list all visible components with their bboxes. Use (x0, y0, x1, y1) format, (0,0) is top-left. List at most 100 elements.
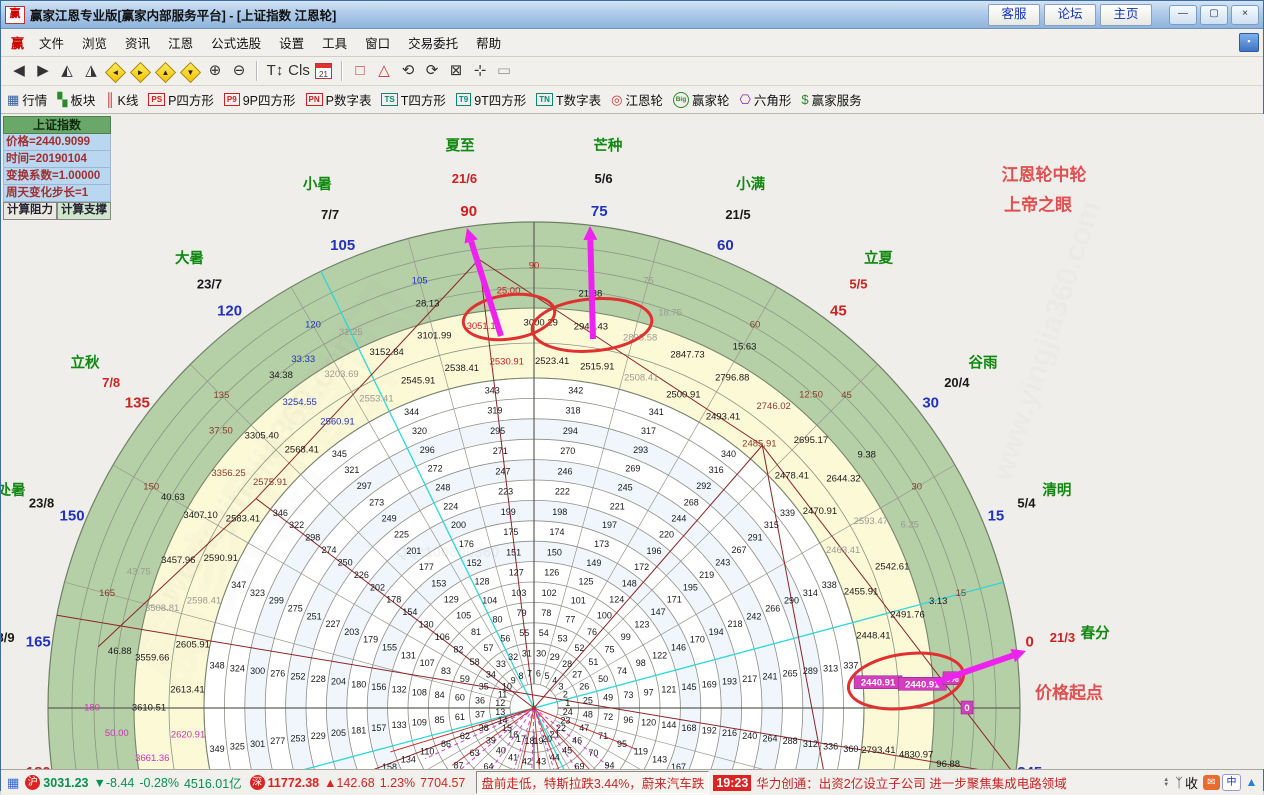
homepage-button[interactable]: 主页 (1100, 4, 1152, 26)
diamond-right-icon[interactable]: ► (130, 61, 151, 82)
svg-text:96.88: 96.88 (936, 759, 960, 769)
svg-text:194: 194 (709, 627, 724, 637)
svg-text:94: 94 (605, 760, 615, 769)
menu-item[interactable]: 帮助 (467, 34, 510, 54)
calc-support-button[interactable]: 计算支撑 (57, 202, 111, 220)
svg-text:344: 344 (404, 407, 419, 417)
svg-text:33.33: 33.33 (291, 354, 315, 365)
svg-text:298: 298 (305, 533, 320, 543)
overlay-orange-icon[interactable]: ✉ (1203, 775, 1220, 790)
toolbar-item-T四方形[interactable]: TST四方形 (381, 90, 445, 109)
svg-text:147: 147 (651, 607, 666, 617)
board-icon[interactable]: ▭ (492, 58, 516, 84)
svg-text:8/9: 8/9 (1, 630, 15, 645)
svg-text:处暑: 处暑 (1, 481, 26, 499)
diamond-up-icon[interactable]: ▲ (155, 61, 176, 82)
toolbar-item-9P四方形[interactable]: P99P四方形 (224, 90, 296, 109)
calendar-icon[interactable]: 21 (315, 63, 332, 79)
svg-text:46: 46 (572, 735, 582, 745)
svg-text:40: 40 (496, 746, 506, 756)
gann-wheel-chart[interactable]: 1234567891011121314151617181920212223242… (1, 114, 1264, 769)
svg-text:71: 71 (598, 731, 608, 741)
quote-grid-icon[interactable]: ▦ (7, 775, 19, 791)
svg-text:125: 125 (579, 577, 594, 587)
overlay-pointer-icon[interactable]: ▲ (1243, 775, 1260, 790)
menu-item[interactable]: 窗口 (356, 34, 399, 54)
rotate-ccw-icon[interactable]: ⟲ (396, 58, 420, 84)
toolbar-item-赢家轮[interactable]: Big赢家轮 (673, 90, 730, 109)
svg-text:266: 266 (765, 603, 780, 613)
menu-item[interactable]: 工具 (313, 34, 356, 54)
toolbar-item-行情[interactable]: ▦行情 (7, 88, 47, 112)
svg-text:6: 6 (536, 669, 541, 679)
svg-text:2553.41: 2553.41 (359, 393, 393, 404)
svg-text:180: 180 (84, 703, 100, 714)
mdi-restore-icon[interactable]: ▪ (1239, 33, 1259, 52)
close-button[interactable]: × (1231, 5, 1259, 25)
svg-text:126: 126 (544, 568, 559, 578)
scroll-spinner[interactable]: ▲▼ (1163, 778, 1169, 788)
svg-text:3407.10: 3407.10 (183, 510, 217, 521)
peak-left-icon[interactable]: ◭ (55, 58, 79, 84)
news-ticker-2[interactable]: 华力创通：出资2亿设立子公司 进一步聚焦集成电路领域 (756, 773, 1066, 792)
svg-text:50.00: 50.00 (105, 728, 129, 739)
menu-item[interactable]: 设置 (270, 34, 313, 54)
toolbar-item-P数字表[interactable]: PNP数字表 (306, 90, 372, 109)
menu-item[interactable]: 资讯 (116, 34, 159, 54)
overlay-cn-icon[interactable]: 中 (1222, 774, 1241, 791)
shrink-icon[interactable]: ⊹ (468, 58, 492, 84)
toolbar-item-label: P数字表 (326, 90, 372, 109)
toolbar-item-P四方形[interactable]: PSP四方形 (148, 90, 214, 109)
triangle-tool-icon[interactable]: △ (372, 58, 396, 84)
toolbar-item-9T四方形[interactable]: T99T四方形 (456, 90, 526, 109)
svg-text:江恩轮中轮: 江恩轮中轮 (1002, 164, 1087, 184)
svg-text:2605.91: 2605.91 (176, 639, 210, 650)
svg-text:2530.91: 2530.91 (490, 357, 524, 368)
svg-text:223: 223 (498, 487, 513, 497)
menu-item[interactable]: 公式选股 (202, 34, 270, 54)
calc-resistance-button[interactable]: 计算阻力 (3, 202, 57, 220)
rotate-cw-icon[interactable]: ⟳ (420, 58, 444, 84)
diamond-left-icon[interactable]: ◄ (105, 61, 126, 82)
menu-item[interactable]: 浏览 (73, 34, 116, 54)
minimize-button[interactable]: — (1169, 5, 1197, 25)
toolbar-item-六角形[interactable]: ⎔六角形 (739, 88, 791, 112)
service-button[interactable]: 客服 (988, 4, 1040, 26)
toolbar-item-赢家服务[interactable]: $赢家服务 (801, 88, 861, 112)
svg-text:84: 84 (435, 690, 445, 700)
prev-arrow-icon[interactable]: ◀ (7, 58, 31, 84)
toolbar-item-T数字表[interactable]: TNT数字表 (536, 90, 601, 109)
svg-text:2470.91: 2470.91 (803, 506, 837, 517)
svg-text:3: 3 (558, 682, 563, 692)
svg-text:290: 290 (784, 596, 799, 606)
chart-area[interactable]: 赢家财富网www.yingjia360.comwww.yingjia360.co… (1, 114, 1264, 769)
svg-text:2538.41: 2538.41 (445, 363, 479, 374)
forum-button[interactable]: 论坛 (1044, 4, 1096, 26)
svg-text:103: 103 (511, 588, 526, 598)
svg-text:上帝之眼: 上帝之眼 (1004, 194, 1072, 214)
rect-tool-icon[interactable]: □ (348, 58, 372, 84)
svg-text:317: 317 (641, 426, 656, 436)
toolbar-item-K线[interactable]: ║K线 (105, 88, 138, 112)
zoom-in-icon[interactable]: ⊕ (203, 58, 227, 84)
svg-text:109: 109 (412, 717, 427, 727)
svg-text:324: 324 (230, 663, 245, 673)
next-arrow-icon[interactable]: ▶ (31, 58, 55, 84)
restore-button[interactable]: ▢ (1200, 5, 1228, 25)
zoom-out-icon[interactable]: ⊖ (227, 58, 251, 84)
toolbar-item-江恩轮[interactable]: ◎江恩轮 (611, 88, 663, 112)
svg-text:195: 195 (683, 582, 698, 592)
xbox-icon[interactable]: ⊠ (444, 58, 468, 84)
svg-text:3101.99: 3101.99 (417, 331, 451, 342)
menu-item[interactable]: 江恩 (159, 34, 202, 54)
cls-button[interactable]: Cls (287, 58, 311, 84)
gann-wheel-icon: ◎ (611, 88, 622, 112)
toolbar-item-板块[interactable]: ▚板块 (57, 88, 95, 112)
svg-text:2613.41: 2613.41 (170, 684, 204, 695)
t-updown-icon[interactable]: T↕ (263, 58, 287, 84)
diamond-down-icon[interactable]: ▼ (180, 61, 201, 82)
menu-item[interactable]: 文件 (30, 34, 73, 54)
menu-item[interactable]: 交易委托 (399, 34, 467, 54)
peak-right-icon[interactable]: ◮ (79, 58, 103, 84)
svg-text:31: 31 (522, 648, 532, 658)
